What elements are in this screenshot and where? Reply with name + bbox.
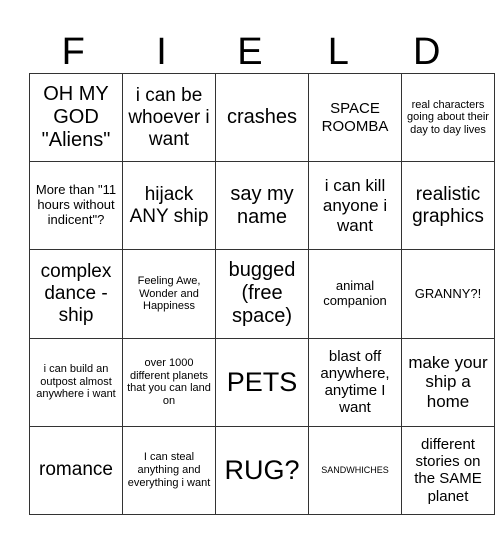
bingo-cell[interactable]: i can be whoever i want [122, 72, 216, 163]
bingo-cell[interactable]: real characters going about their day to… [401, 72, 495, 163]
bingo-cell[interactable]: i can build an outpost almost anywhere i… [29, 337, 123, 427]
bingo-row: complex dance - ship Feeling Awe, Wonder… [29, 249, 495, 339]
bingo-header: F I E L D [29, 30, 471, 74]
header-letter-l: L [327, 31, 349, 73]
bingo-row: More than "11 hours without indicent"? h… [29, 161, 495, 251]
bingo-cell[interactable]: complex dance - ship [29, 249, 123, 339]
bingo-cell[interactable]: romance [29, 425, 123, 516]
header-letter-i: I [156, 31, 167, 73]
bingo-row: romance I can steal anything and everyth… [29, 425, 495, 516]
header-letter-e: E [237, 31, 263, 73]
bingo-cell[interactable]: make your ship a home [401, 337, 495, 427]
header-letter-d: D [413, 31, 441, 73]
bingo-cell[interactable]: over 1000 different planets that you can… [122, 337, 216, 427]
bingo-cell[interactable]: blast off anywhere, anytime I want [308, 337, 402, 427]
bingo-cell[interactable]: I can steal anything and everything i wa… [122, 425, 216, 516]
bingo-cell[interactable]: hijack ANY ship [122, 161, 216, 251]
bingo-cell[interactable]: i can kill anyone i want [308, 161, 402, 251]
bingo-cell[interactable]: Feeling Awe, Wonder and Happiness [122, 249, 216, 339]
bingo-cell[interactable]: PETS [215, 337, 309, 427]
bingo-cell free-space[interactable]: bugged (free space) [215, 249, 309, 339]
bingo-cell[interactable]: RUG? [215, 425, 309, 516]
bingo-cell[interactable]: GRANNY?! [401, 249, 495, 339]
bingo-cell[interactable]: realistic graphics [401, 161, 495, 251]
bingo-cell[interactable]: crashes [215, 72, 309, 163]
bingo-cell[interactable]: different stories on the SAME planet [401, 425, 495, 516]
bingo-cell[interactable]: SANDWHICHES [308, 425, 402, 516]
header-letter-f: F [61, 31, 85, 73]
bingo-card: OH MY GOD "Aliens" i can be whoever i wa… [29, 72, 495, 516]
bingo-cell[interactable]: SPACE ROOMBA [308, 72, 402, 163]
bingo-cell[interactable]: say my name [215, 161, 309, 251]
bingo-row: i can build an outpost almost anywhere i… [29, 337, 495, 427]
bingo-cell[interactable]: OH MY GOD "Aliens" [29, 72, 123, 163]
bingo-cell[interactable]: More than "11 hours without indicent"? [29, 161, 123, 251]
bingo-cell[interactable]: animal companion [308, 249, 402, 339]
bingo-row: OH MY GOD "Aliens" i can be whoever i wa… [29, 72, 495, 163]
